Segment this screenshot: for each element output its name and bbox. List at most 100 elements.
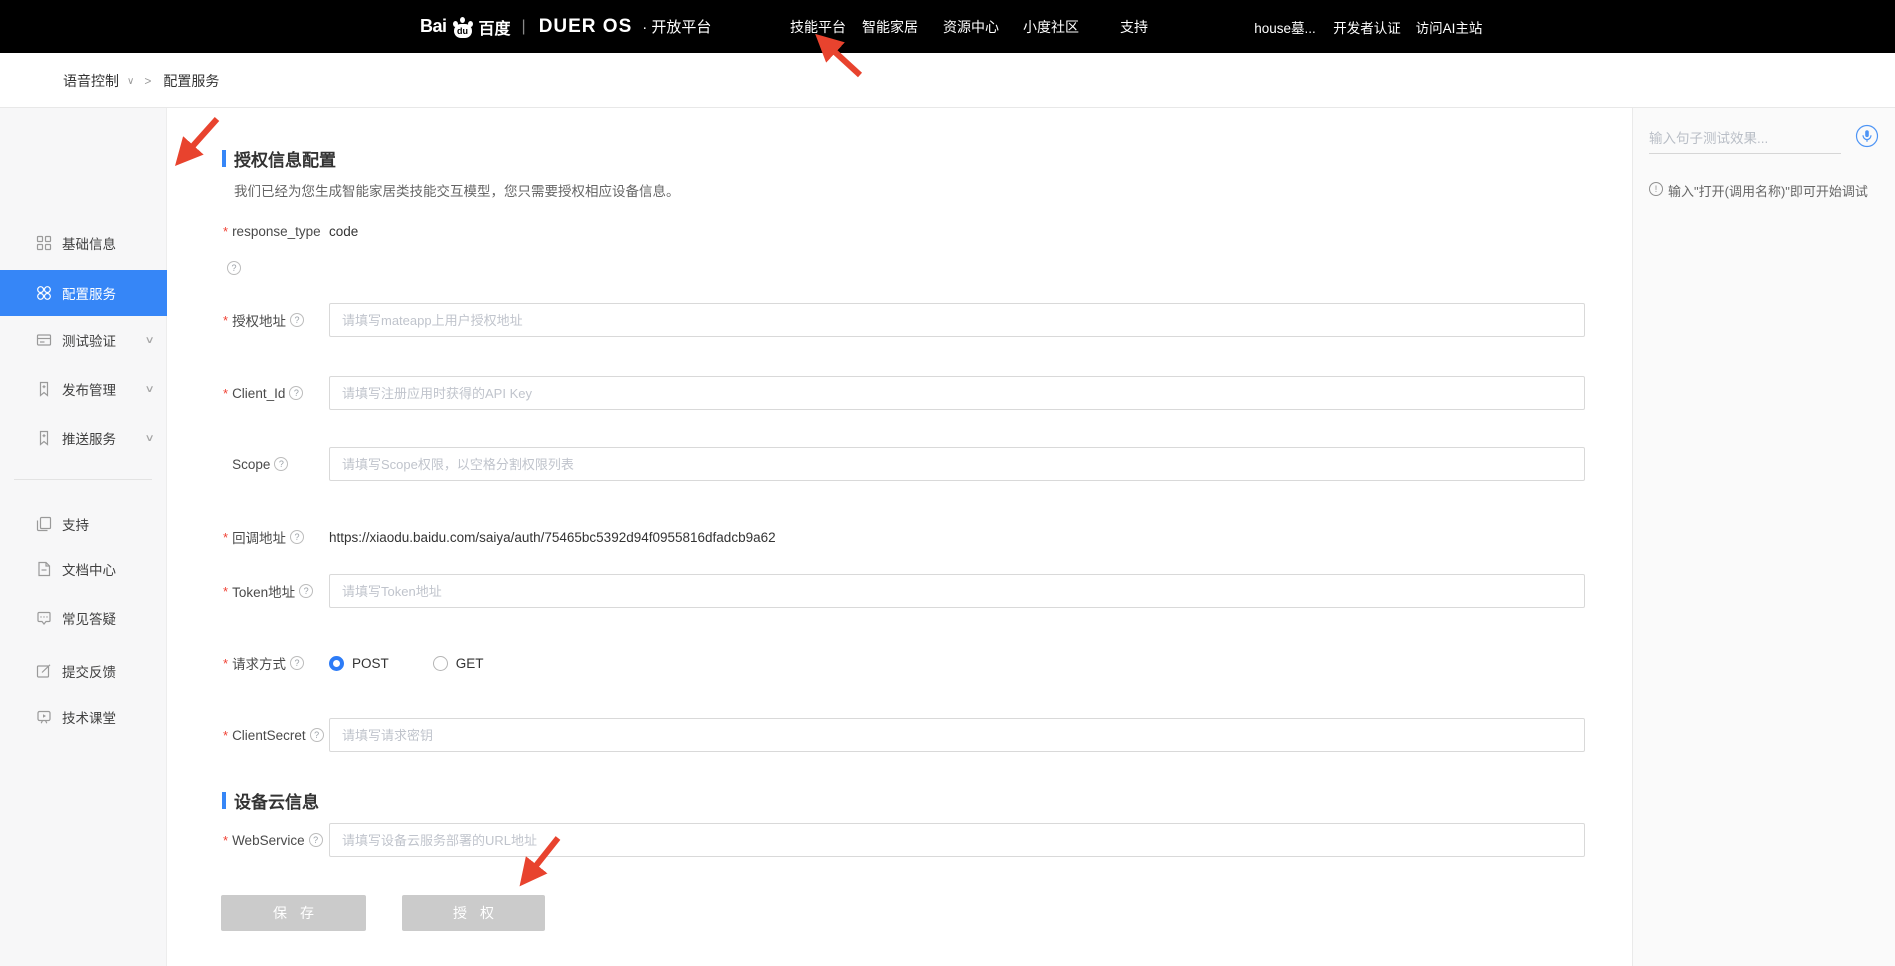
field-label: * Scope ? — [223, 457, 329, 472]
sidebar-link-tech-class[interactable]: 技术课堂 — [0, 694, 167, 740]
form-row-callback-url: * 回调地址 ? https://xiaodu.baidu.com/saiya/… — [223, 520, 776, 554]
radio-get[interactable]: GET — [433, 656, 484, 671]
field-label: * WebService ? — [223, 833, 329, 848]
breadcrumb-bar: 语音控制 ∨ > 配置服务 — [0, 53, 1895, 108]
form-row-client-id: * Client_Id ? — [223, 376, 1585, 410]
user-account[interactable]: house墓... — [1254, 0, 1316, 53]
chevron-down-icon[interactable]: ∨ — [127, 76, 134, 87]
logo-du-text: du — [454, 24, 472, 38]
help-icon[interactable]: ? — [290, 656, 304, 670]
authorize-button[interactable]: 授权 — [402, 895, 545, 931]
form-row-webservice: * WebService ? — [223, 823, 1585, 857]
required-mark: * — [223, 530, 228, 545]
section-description: 我们已经为您生成智能家居类技能交互模型，您只需要授权相应设备信息。 — [234, 180, 680, 200]
nav-smart-home[interactable]: 智能家居 — [862, 0, 918, 53]
section-auth-config: 授权信息配置 — [222, 146, 336, 171]
bookmark-plus-icon — [36, 430, 52, 446]
top-navbar: Bai du 百度 | DUER OS · 开放平台 技能平台 智能家居 资源中… — [0, 0, 1895, 53]
microphone-icon[interactable] — [1855, 124, 1879, 148]
sidebar-link-support[interactable]: 支持 — [0, 501, 167, 547]
save-button[interactable]: 保存 — [221, 895, 366, 931]
pages-icon — [36, 516, 52, 532]
token-url-input[interactable] — [329, 574, 1585, 608]
help-icon[interactable]: ? — [299, 584, 313, 598]
sidebar-link-feedback[interactable]: 提交反馈 — [0, 648, 167, 694]
field-label-text: 回调地址 — [232, 527, 286, 547]
help-icon[interactable]: ? — [274, 457, 288, 471]
nav-support[interactable]: 支持 — [1120, 0, 1148, 53]
form-row-client-secret: * ClientSecret ? — [223, 718, 1585, 752]
help-icon[interactable]: ? — [309, 833, 323, 847]
section-title: 设备云信息 — [234, 788, 319, 813]
breadcrumb-current: 配置服务 — [163, 71, 219, 91]
sidebar-item-label: 文档中心 — [62, 559, 116, 579]
breadcrumb: 语音控制 ∨ > 配置服务 — [63, 53, 219, 108]
help-icon[interactable]: ? — [227, 261, 241, 275]
form-row-response-type: * response_type code — [223, 214, 358, 248]
form-row-scope: * Scope ? — [223, 447, 1585, 481]
baidu-paw-icon: du — [452, 16, 474, 38]
section-accent-bar — [222, 150, 226, 167]
field-label: * 回调地址 ? — [223, 527, 329, 547]
required-mark: * — [223, 224, 228, 239]
nav-developer-cert[interactable]: 开发者认证 — [1333, 0, 1401, 53]
webservice-input[interactable] — [329, 823, 1585, 857]
required-mark: * — [223, 584, 228, 599]
chat-bubble-icon — [36, 610, 52, 626]
help-icon[interactable]: ? — [290, 530, 304, 544]
bookmark-plus-icon — [36, 381, 52, 397]
nav-ai-site[interactable]: 访问AI主站 — [1416, 0, 1483, 53]
help-icon[interactable]: ? — [289, 386, 303, 400]
form-row-auth-url: * 授权地址 ? — [223, 303, 1585, 337]
field-label-text: Scope — [232, 457, 270, 472]
field-label: * Token地址 ? — [223, 581, 329, 601]
logo-dueros: DUER OS — [539, 16, 633, 38]
radio-unselected-icon — [433, 656, 448, 671]
sidebar-item-label: 配置服务 — [62, 283, 116, 303]
sidebar-link-faq[interactable]: 常见答疑 — [0, 595, 167, 641]
sidebar-item-config-service[interactable]: 配置服务 — [0, 270, 167, 316]
baidu-dueros-logo[interactable]: Bai du 百度 | DUER OS · 开放平台 — [420, 0, 711, 53]
sidebar-item-label: 推送服务 — [62, 428, 116, 448]
sidebar-item-push-service[interactable]: 推送服务 ∨ — [0, 415, 167, 461]
client-secret-input[interactable] — [329, 718, 1585, 752]
test-tip-text: 输入"打开(调用名称)"即可开始调试 — [1668, 181, 1868, 200]
sidebar-item-test-verify[interactable]: 测试验证 ∨ — [0, 317, 167, 363]
sidebar-item-label: 常见答疑 — [62, 608, 116, 628]
radio-post[interactable]: POST — [329, 656, 389, 671]
help-icon[interactable]: ? — [310, 728, 324, 742]
radio-selected-icon — [329, 656, 344, 671]
field-label: * Client_Id ? — [223, 386, 329, 401]
sidebar-link-doc-center[interactable]: 文档中心 — [0, 546, 167, 592]
voice-test-panel: ! 输入"打开(调用名称)"即可开始调试 — [1632, 108, 1895, 966]
breadcrumb-separator: > — [144, 74, 151, 88]
response-type-value: code — [329, 224, 358, 239]
logo-bai-text: Bai — [420, 16, 447, 37]
breadcrumb-root[interactable]: 语音控制 — [63, 71, 119, 91]
test-sentence-input[interactable] — [1649, 124, 1841, 154]
nav-community[interactable]: 小度社区 — [1023, 0, 1079, 53]
field-label: * 请求方式 ? — [223, 653, 329, 673]
card-icon — [36, 332, 52, 348]
client-id-input[interactable] — [329, 376, 1585, 410]
help-icon[interactable]: ? — [290, 313, 304, 327]
grid-icon — [36, 235, 52, 251]
sidebar-item-label: 支持 — [62, 514, 89, 534]
nav-resource-center[interactable]: 资源中心 — [943, 0, 999, 53]
presentation-play-icon — [36, 709, 52, 725]
scope-input[interactable] — [329, 447, 1585, 481]
edit-icon — [36, 663, 52, 679]
radio-get-label: GET — [456, 656, 484, 671]
field-label-text: response_type — [232, 224, 321, 239]
field-label-text: 授权地址 — [232, 310, 286, 330]
auth-url-input[interactable] — [329, 303, 1585, 337]
nav-skills-platform[interactable]: 技能平台 — [790, 0, 846, 53]
radio-post-label: POST — [352, 656, 389, 671]
required-mark: * — [223, 656, 228, 671]
field-label-text: ClientSecret — [232, 728, 306, 743]
field-label: * ClientSecret ? — [223, 728, 329, 743]
field-label-text: WebService — [232, 833, 305, 848]
sidebar-item-basic-info[interactable]: 基础信息 — [0, 220, 167, 266]
field-label-text: Client_Id — [232, 386, 285, 401]
sidebar-item-publish-manage[interactable]: 发布管理 ∨ — [0, 366, 167, 412]
